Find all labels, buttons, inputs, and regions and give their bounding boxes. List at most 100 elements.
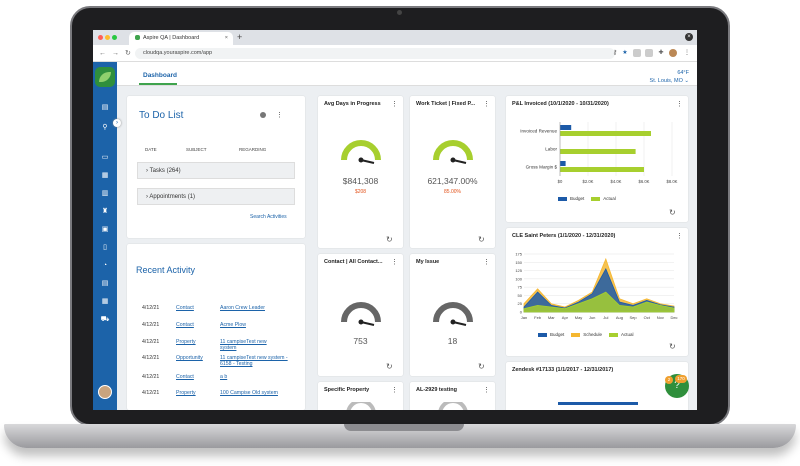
- search-activities-link[interactable]: Search Activities: [250, 214, 287, 220]
- refresh-icon[interactable]: ↻: [386, 235, 393, 244]
- notification-badge[interactable]: 2: [665, 376, 673, 384]
- gauge: [346, 402, 376, 410]
- extension-s-icon[interactable]: [633, 49, 641, 57]
- work-ticket-card: Work Ticket | Fixed P... ⋮ 621,347.00% 8…: [410, 96, 495, 248]
- weather-temp: 64°F: [677, 70, 689, 76]
- weather-location: St. Louis, MO: [649, 78, 683, 84]
- add-icon[interactable]: [260, 112, 266, 118]
- sidebar-expand-icon[interactable]: ›: [113, 119, 121, 127]
- appointments-accordion[interactable]: › Appointments (1): [137, 188, 295, 205]
- tab-close-icon[interactable]: ×: [225, 35, 228, 41]
- url-field[interactable]: cloudqa.youraspire.com/app: [135, 48, 615, 59]
- store-icon[interactable]: ▦: [100, 298, 110, 306]
- cle-area-chart: 0 25 50 75 100 125 150 175 Jan Feb Mar Apr May Jun Jul…: [515, 252, 677, 321]
- aspire-logo[interactable]: [95, 67, 115, 87]
- recent-activity-card: Recent Activity 4/12/21 Contact Aaron Cr…: [127, 244, 305, 410]
- x-tick-label: Aug: [616, 315, 623, 320]
- window-close-icon[interactable]: ×: [685, 33, 693, 41]
- bar-actual: [560, 131, 651, 136]
- legend-swatch: [538, 332, 547, 337]
- widget-menu-icon[interactable]: ⋮: [391, 258, 398, 266]
- user-avatar[interactable]: [98, 385, 112, 399]
- legend-label: Schedule: [583, 332, 603, 337]
- refresh-icon[interactable]: ↻: [669, 208, 676, 217]
- maximize-window-dot[interactable]: [112, 35, 117, 40]
- tasks-label: Tasks (264): [149, 168, 181, 174]
- y-tick-label: 0: [520, 310, 523, 315]
- x-tick-label: $2.0K: [583, 179, 594, 184]
- trophy-icon[interactable]: ♜: [100, 208, 110, 216]
- star-icon[interactable]: ★: [621, 49, 629, 57]
- address-bar: ← → ↻ cloudqa.youraspire.com/app ⚷ ★ ✚ ⋮: [93, 45, 697, 62]
- widget-menu-icon[interactable]: ⋮: [676, 100, 683, 108]
- new-tab-button[interactable]: +: [237, 32, 242, 42]
- forward-icon[interactable]: →: [112, 50, 119, 57]
- minimize-window-dot[interactable]: [105, 35, 110, 40]
- tab-title: Aspire QA | Dashboard: [143, 35, 200, 41]
- ra-type-link[interactable]: Opportunity: [176, 355, 203, 361]
- refresh-icon[interactable]: ↻: [478, 235, 485, 244]
- buildings-icon[interactable]: ▥: [100, 190, 110, 198]
- ra-name-link[interactable]: 11 campiseTest new system - 6158 - Testi…: [220, 355, 296, 367]
- ra-name-link[interactable]: 100 Campise Old system: [220, 390, 278, 396]
- widget-menu-icon[interactable]: ⋮: [483, 100, 490, 108]
- todo-menu-icon[interactable]: ⋮: [276, 111, 283, 119]
- ra-type-link[interactable]: Contact: [176, 305, 194, 311]
- widget-title: Zendesk #17133 (1/1/2017 - 12/31/2017): [512, 367, 614, 373]
- calendar-icon[interactable]: ▭: [100, 154, 110, 162]
- x-tick-label: $4.0K: [611, 179, 622, 184]
- laptop-notch: [344, 424, 464, 431]
- widget-menu-icon[interactable]: ⋮: [483, 386, 490, 394]
- schedule-icon[interactable]: ▣: [100, 226, 110, 234]
- contact-card: Contact | All Contact... ⋮ 753 ↻: [318, 254, 403, 376]
- x-tick-label: Sep: [630, 315, 638, 320]
- search-icon[interactable]: ⚲: [100, 124, 110, 132]
- bar-budget: [560, 161, 566, 166]
- back-icon[interactable]: ←: [99, 50, 106, 57]
- widget-menu-icon[interactable]: ⋮: [391, 100, 398, 108]
- reports-icon[interactable]: ▤: [100, 280, 110, 288]
- inbox-icon[interactable]: ▤: [100, 104, 110, 112]
- widget-menu-icon[interactable]: ⋮: [391, 386, 398, 394]
- y-tick-label: 75: [518, 285, 523, 290]
- notification-badge[interactable]: 170: [675, 375, 687, 383]
- key-icon[interactable]: ⚷: [611, 49, 619, 57]
- pie-chart-icon[interactable]: ◔: [100, 262, 110, 270]
- webcam: [397, 10, 402, 15]
- x-tick-label: Mar: [548, 315, 556, 320]
- legend-label: Budget: [570, 196, 585, 201]
- browser-tab[interactable]: Aspire QA | Dashboard ×: [129, 32, 233, 45]
- refresh-icon[interactable]: ↻: [478, 362, 485, 371]
- tab-dashboard[interactable]: Dashboard: [143, 72, 177, 79]
- ra-type-link[interactable]: Property: [176, 390, 196, 396]
- refresh-icon[interactable]: ↻: [669, 342, 676, 351]
- browser-tabbar: Aspire QA | Dashboard × + ×: [93, 30, 697, 45]
- contacts-icon[interactable]: ▦: [100, 172, 110, 180]
- ra-name-link[interactable]: Acme Plow: [220, 322, 246, 328]
- widget-menu-icon[interactable]: ⋮: [676, 232, 683, 240]
- x-tick-label: Nov: [657, 315, 664, 320]
- ra-type-link[interactable]: Contact: [176, 374, 194, 380]
- ra-type-link[interactable]: Contact: [176, 322, 194, 328]
- truck-icon[interactable]: ⛟: [100, 316, 110, 324]
- ra-name-link[interactable]: 11 campiseTest new system: [220, 339, 282, 351]
- weather-widget[interactable]: 64°F St. Louis, MO ⌄: [650, 69, 689, 85]
- close-window-dot[interactable]: [98, 35, 103, 40]
- tasks-accordion[interactable]: › Tasks (264): [137, 162, 295, 179]
- widget-title: P&L Invoiced (10/1/2020 - 10/31/2020): [512, 101, 609, 107]
- refresh-icon[interactable]: ↻: [386, 362, 393, 371]
- widget-title: AL-2929 testing: [416, 387, 457, 393]
- widget-menu-icon[interactable]: ⋮: [483, 258, 490, 266]
- browser-menu-icon[interactable]: ⋮: [683, 49, 691, 57]
- extension-icon[interactable]: [645, 49, 653, 57]
- profile-icon[interactable]: [669, 49, 677, 57]
- clipboard-icon[interactable]: ▯: [100, 244, 110, 252]
- ra-name-link[interactable]: a b: [220, 374, 227, 380]
- ra-name-link[interactable]: Aaron Crew Leader: [220, 305, 265, 311]
- x-tick-label: Apr: [562, 315, 569, 320]
- todo-title: To Do List: [139, 110, 184, 121]
- legend-label: Actual: [621, 332, 634, 337]
- puzzle-icon[interactable]: ✚: [657, 49, 665, 57]
- ra-type-link[interactable]: Property: [176, 339, 196, 345]
- reload-icon[interactable]: ↻: [125, 49, 131, 57]
